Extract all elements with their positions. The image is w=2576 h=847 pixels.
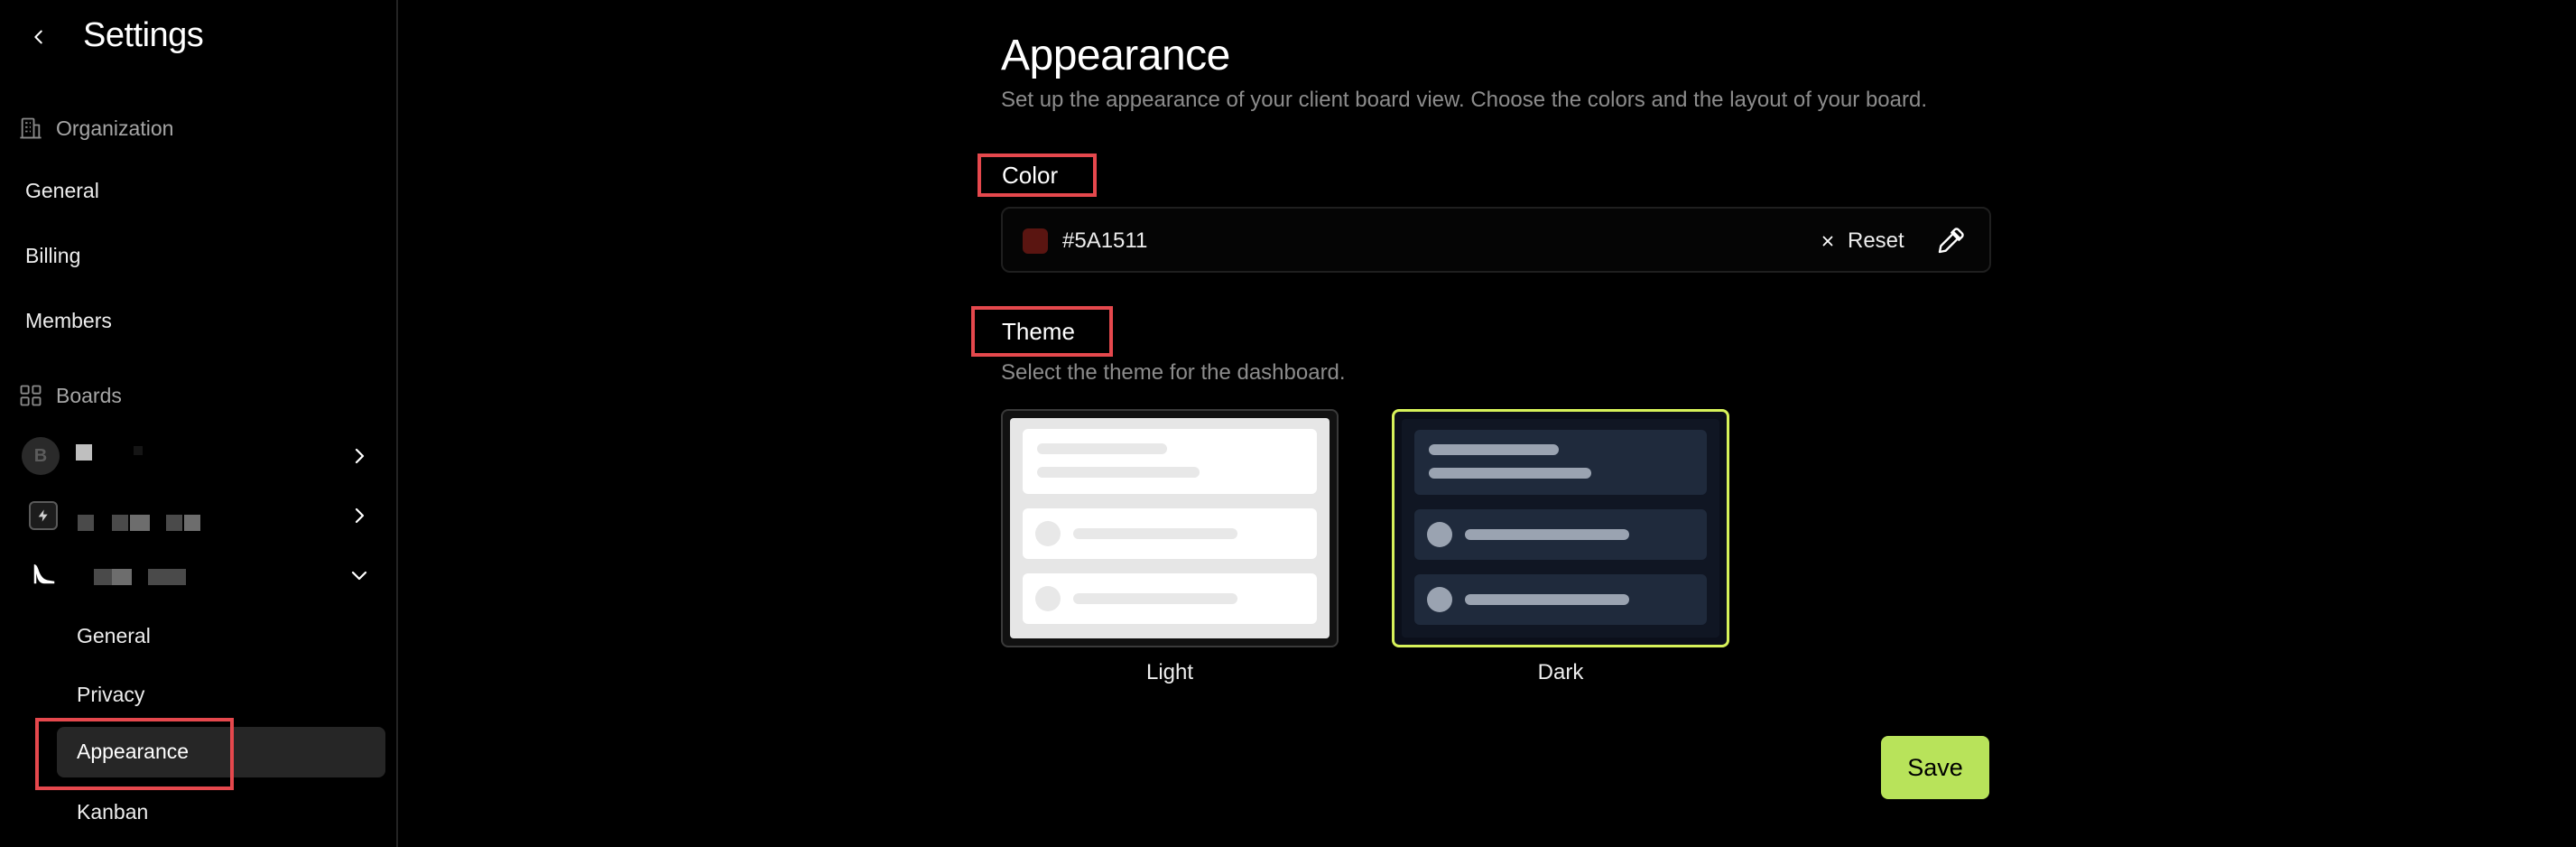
theme-preview-dark [1402, 419, 1719, 638]
redacted-name [78, 515, 94, 531]
theme-option-dark[interactable] [1392, 409, 1729, 647]
section-boards-label: Boards [56, 383, 122, 407]
board-sub-item-kanban[interactable]: Kanban [77, 800, 148, 824]
redacted-name [166, 515, 182, 531]
back-button[interactable] [23, 22, 54, 52]
close-icon[interactable] [1816, 229, 1839, 253]
redacted-name [112, 569, 132, 585]
app: Settings Organization General Billing Me… [0, 0, 2576, 847]
building-icon [20, 117, 42, 139]
redacted-name [166, 569, 186, 585]
section-boards: Boards [18, 383, 122, 408]
board-sub-item-appearance-label: Appearance [77, 740, 190, 763]
chevron-right-icon [355, 507, 365, 524]
avatar [29, 501, 58, 530]
board-item-3[interactable] [18, 553, 370, 598]
board-sub-item-privacy[interactable]: Privacy [77, 683, 144, 707]
theme-preview-light [1010, 418, 1330, 638]
chevron-left-icon [34, 30, 42, 44]
eyedropper-icon[interactable] [1936, 227, 1965, 256]
theme-option-light-label: Light [1145, 660, 1194, 684]
sidebar: Settings Organization General Billing Me… [0, 0, 398, 847]
redacted-name [134, 446, 143, 455]
board-sub-item-general[interactable]: General [77, 624, 151, 648]
high-heel-icon [33, 564, 55, 584]
color-label: Color [1002, 162, 1059, 189]
bolt-icon [38, 509, 48, 522]
redacted-name [184, 515, 200, 531]
theme-option-dark-label: Dark [1537, 660, 1584, 684]
sidebar-item-general[interactable]: General [25, 179, 99, 203]
chevron-down-icon [351, 571, 367, 581]
theme-label: Theme [1002, 318, 1075, 345]
sidebar-item-billing[interactable]: Billing [25, 244, 80, 268]
redacted-name [112, 515, 128, 531]
page-title: Appearance [1001, 32, 1230, 79]
page-description: Set up the appearance of your client boa… [1001, 88, 1927, 112]
save-button[interactable]: Save [1881, 736, 1989, 799]
section-organization-label: Organization [56, 116, 174, 140]
main-content: Appearance Set up the appearance of your… [399, 0, 2576, 847]
grid-icon [20, 385, 42, 406]
section-organization: Organization [18, 116, 173, 141]
board-item-2[interactable] [18, 493, 370, 538]
board-sub-item-appearance[interactable]: Appearance [57, 727, 385, 777]
color-value[interactable]: #5A1511 [1062, 228, 1147, 254]
sidebar-title: Settings [83, 16, 204, 54]
sidebar-header: Settings [0, 0, 396, 76]
theme-description: Select the theme for the dashboard. [1001, 360, 1346, 385]
color-swatch[interactable] [1023, 228, 1048, 254]
reset-button[interactable]: Reset [1848, 228, 1904, 254]
board-item-1[interactable]: B [18, 433, 370, 479]
redacted-name [130, 515, 150, 531]
color-field[interactable]: #5A1511 Reset [1001, 207, 1991, 273]
sidebar-item-members[interactable]: Members [25, 309, 112, 333]
theme-option-light[interactable] [1001, 409, 1339, 647]
avatar: B [22, 437, 60, 475]
redacted-name [148, 569, 166, 585]
chevron-right-icon [355, 448, 365, 464]
redacted-name [94, 569, 112, 585]
redacted-name [76, 444, 92, 461]
